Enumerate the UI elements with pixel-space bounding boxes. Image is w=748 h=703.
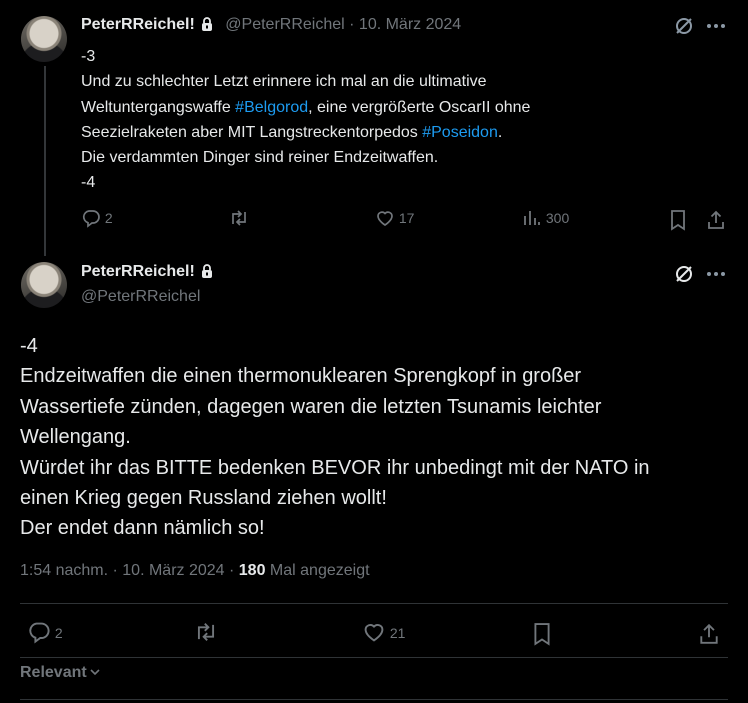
divider	[20, 657, 728, 658]
handle[interactable]: @PeterRReichel	[225, 16, 344, 33]
like-count: 17	[398, 210, 415, 226]
reply-count: 2	[104, 210, 113, 226]
grok-icon[interactable]	[674, 16, 694, 36]
heart-icon	[377, 211, 393, 226]
tweet2-header: PeterRReichel!	[81, 263, 215, 281]
reply-icon	[29, 622, 50, 644]
share-icon[interactable]	[698, 621, 720, 647]
tweet-timestamp[interactable]: 1:54 nachm. · 10. März 2024 ·	[20, 562, 239, 579]
display-name[interactable]: PeterRReichel!	[81, 263, 195, 280]
retweet-icon	[232, 210, 246, 226]
tweet-meta: 1:54 nachm. · 10. März 2024 · 180 Mal an…	[20, 562, 370, 580]
views-count: 300	[545, 210, 570, 226]
display-name[interactable]: PeterRReichel!	[81, 16, 195, 33]
retweet-button[interactable]	[228, 208, 250, 228]
retweet-icon	[197, 623, 215, 641]
tweet-date[interactable]: · 10. März 2024	[349, 16, 461, 33]
hashtag-poseidon[interactable]: #Poseidon	[422, 124, 498, 141]
views-button[interactable]: 300	[522, 208, 569, 228]
grok-icon[interactable]	[674, 264, 694, 284]
bookmark-icon[interactable]	[668, 209, 688, 231]
avatar[interactable]	[21, 262, 67, 308]
sort-label: Relevant	[20, 664, 87, 681]
tweet1-text: -3 Und zu schlechter Letzt erinnere ich …	[81, 44, 681, 196]
tweet1-header: PeterRReichel! @PeterRReichel · 10. März…	[81, 16, 461, 34]
views-count: 180	[238, 562, 266, 579]
avatar[interactable]	[21, 16, 67, 62]
divider	[20, 699, 728, 700]
heart-icon	[364, 624, 384, 642]
more-icon[interactable]	[706, 266, 726, 282]
thread-line	[44, 66, 46, 256]
sort-dropdown[interactable]: Relevant	[20, 664, 101, 682]
more-icon[interactable]	[706, 18, 726, 34]
reply-button[interactable]: 2	[81, 208, 113, 228]
tweet2-text: -4 Endzeitwaffen die einen thermonuklear…	[20, 335, 650, 540]
retweet-button[interactable]	[193, 620, 219, 644]
divider	[20, 603, 728, 604]
lock-icon	[201, 17, 212, 31]
like-button[interactable]: 17	[375, 208, 414, 228]
reply-button[interactable]: 2	[27, 620, 63, 644]
reply-count: 2	[54, 625, 63, 641]
reply-icon	[82, 210, 100, 228]
lock-icon	[201, 264, 212, 278]
like-count: 21	[389, 625, 406, 641]
like-button[interactable]: 21	[362, 620, 405, 644]
hashtag-belgorod[interactable]: #Belgorod	[235, 99, 308, 116]
analytics-icon	[524, 211, 540, 225]
handle[interactable]: @PeterRReichel	[81, 288, 200, 306]
share-icon[interactable]	[706, 209, 726, 231]
bookmark-icon[interactable]	[531, 621, 553, 647]
views-label: Mal angezeigt	[265, 562, 370, 579]
chevron-down-icon	[90, 669, 100, 676]
